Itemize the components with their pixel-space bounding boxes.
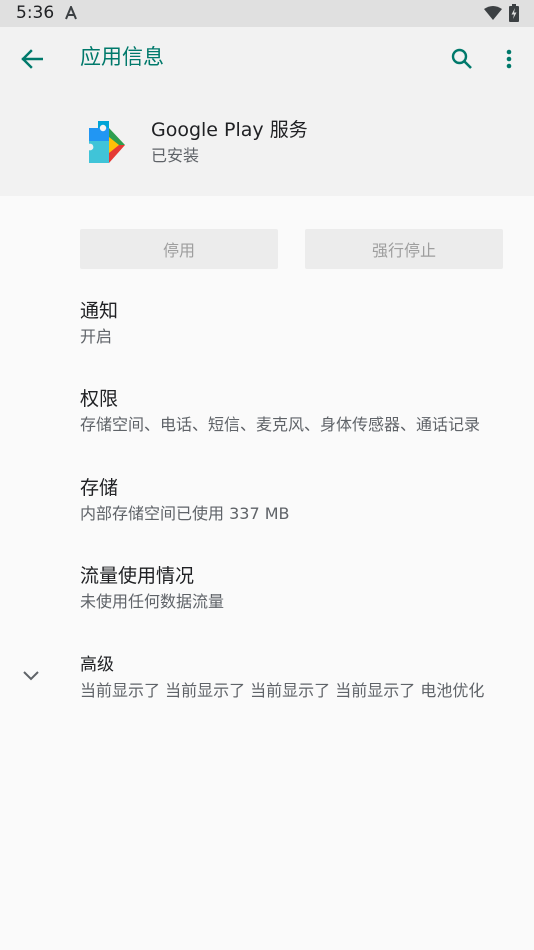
setting-title: 通知: [80, 300, 119, 322]
back-button[interactable]: [8, 39, 56, 79]
setting-title: 高级: [80, 655, 114, 675]
setting-storage[interactable]: 存储 内部存储空间已使用 337 MB: [0, 475, 534, 555]
setting-summary: 当前显示了 当前显示了 当前显示了 当前显示了 电池优化: [80, 681, 485, 700]
app-install-status: 已安装: [151, 146, 200, 165]
disable-button[interactable]: 停用: [80, 229, 278, 269]
setting-title: 存储: [80, 477, 119, 499]
setting-permissions[interactable]: 权限 存储空间、电话、短信、麦克风、身体传感器、通话记录: [0, 386, 534, 466]
setting-title: 权限: [80, 388, 119, 410]
setting-summary: 内部存储空间已使用 337 MB: [80, 504, 290, 523]
more-options-button[interactable]: [490, 39, 528, 79]
force-stop-button[interactable]: 强行停止: [305, 229, 503, 269]
arrow-back-icon: [21, 49, 43, 69]
app-name: Google Play 服务: [151, 119, 308, 141]
setting-notifications[interactable]: 通知 开启: [0, 298, 534, 378]
setting-title: 流量使用情况: [80, 565, 195, 587]
status-bar: 5:36: [0, 0, 534, 27]
more-vert-icon: [506, 49, 512, 69]
android-a-icon: [65, 6, 77, 20]
status-time: 5:36: [16, 3, 55, 23]
search-button[interactable]: [440, 39, 484, 79]
setting-summary: 存储空间、电话、短信、麦克风、身体传感器、通话记录: [80, 415, 481, 434]
chevron-down-icon: [23, 671, 39, 681]
setting-summary: 开启: [80, 327, 113, 346]
search-icon: [451, 48, 472, 69]
setting-advanced[interactable]: 高级 当前显示了 当前显示了 当前显示了 当前显示了 电池优化: [0, 652, 534, 732]
setting-data-usage[interactable]: 流量使用情况 未使用任何数据流量: [0, 563, 534, 643]
app-header: 应用信息 Google Play 服务 已安装: [0, 27, 534, 196]
google-play-services-icon: [86, 121, 125, 163]
setting-summary: 未使用任何数据流量: [80, 592, 225, 611]
battery-charging-icon: [509, 4, 519, 22]
page-title: 应用信息: [80, 45, 164, 69]
wifi-icon: [484, 6, 502, 20]
